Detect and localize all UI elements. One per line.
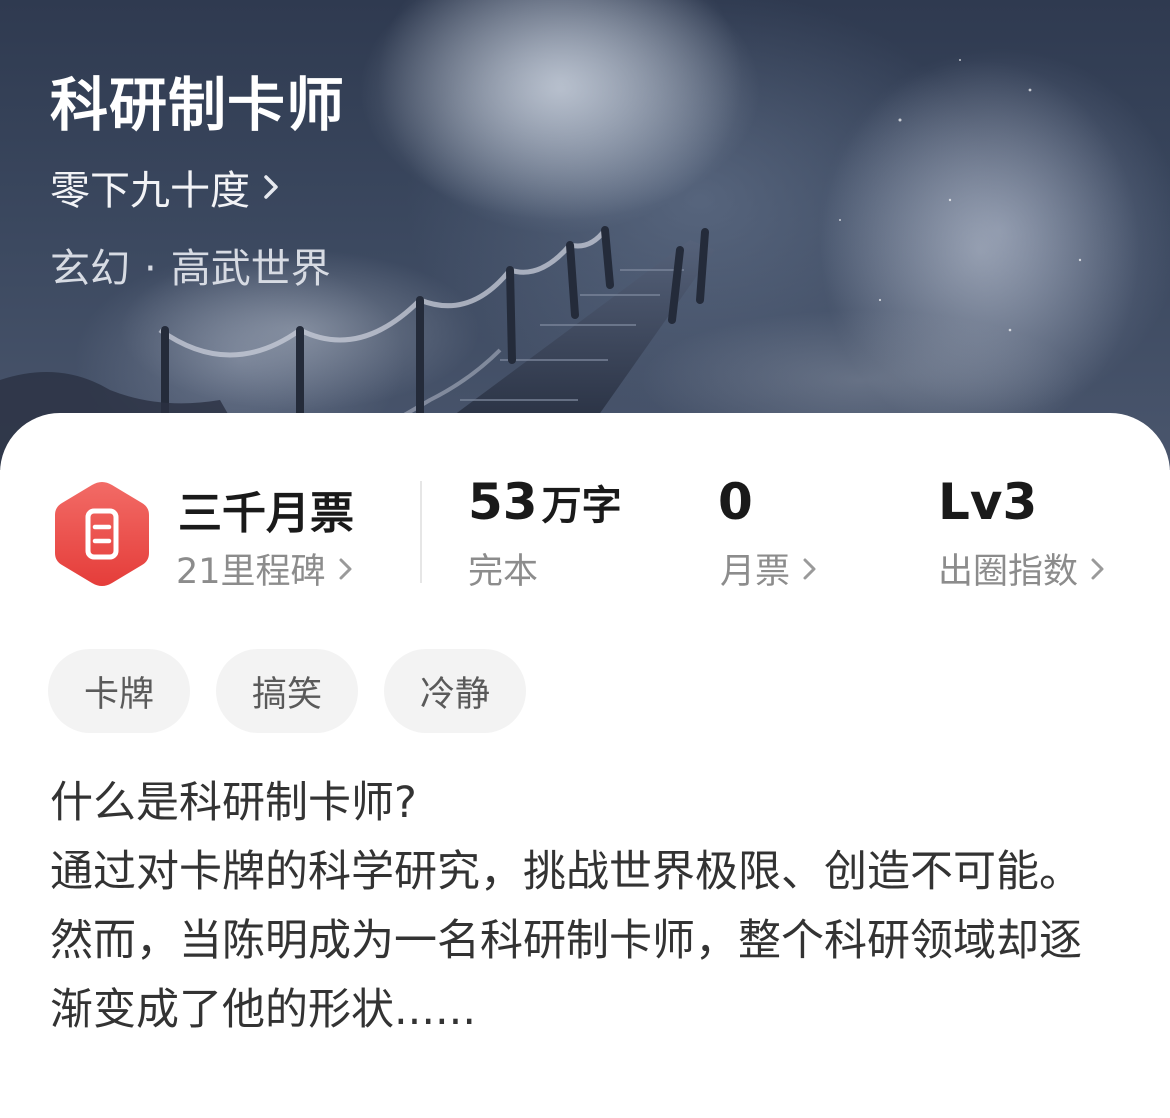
popularity-value: Lv3: [938, 473, 1038, 531]
synopsis[interactable]: 什么是科研制卡师? 通过对卡牌的科学研究，挑战世界极限、创造不可能。 然而，当陈…: [50, 769, 1120, 1045]
synopsis-line: 然而，当陈明成为一名科研制卡师，整个科研领域却逐渐变成了他的形状......: [50, 916, 1082, 1035]
author-name: 零下九十度: [50, 168, 250, 214]
popularity-label: 出圈指数: [938, 552, 1079, 592]
rank-milestone: 21里程碑: [176, 552, 326, 592]
author-link[interactable]: 零下九十度: [50, 158, 282, 216]
monthly-votes-link[interactable]: 月票: [720, 543, 818, 594]
completion-status: 完本: [468, 543, 538, 594]
book-info-card: 三千月票 21里程碑 53 万字 完本 0 月票 Lv3 出圈指数 卡牌 搞笑 …: [0, 413, 1170, 1118]
genre[interactable]: 玄幻: [50, 246, 130, 292]
tag-chip[interactable]: 搞笑: [216, 649, 359, 733]
book-title: 科研制卡师: [50, 71, 346, 139]
stats-bar: 三千月票 21里程碑 53 万字 完本 0 月票 Lv3 出圈指数: [0, 473, 1170, 593]
monthly-votes: 0: [718, 473, 753, 531]
book-cover-banner: 科研制卡师 零下九十度 玄幻 · 高武世界: [0, 0, 1170, 470]
chevron-right-icon: [803, 558, 816, 579]
chevron-right-icon: [1091, 558, 1104, 579]
completion-label: 完本: [468, 552, 539, 592]
monthly-votes-value: 0: [718, 473, 753, 531]
popularity-link[interactable]: 出圈指数: [938, 543, 1106, 594]
tag-chip[interactable]: 冷静: [384, 649, 527, 733]
synopsis-line: 什么是科研制卡师?: [50, 778, 417, 828]
popularity-level: Lv3: [938, 473, 1037, 531]
chevron-right-icon: [264, 175, 278, 199]
word-count-unit: 万字: [541, 483, 622, 529]
rank-title: 三千月票: [178, 488, 354, 539]
rank-milestone-link[interactable]: 21里程碑: [176, 543, 354, 594]
genre-separator: ·: [144, 246, 157, 292]
stats-divider: [420, 481, 422, 583]
word-count: 53 万字: [468, 473, 622, 531]
chevron-right-icon: [339, 558, 352, 579]
word-count-value: 53: [468, 473, 538, 531]
synopsis-line: 通过对卡牌的科学研究，挑战世界极限、创造不可能。: [50, 847, 1082, 897]
monthly-votes-label: 月票: [720, 552, 791, 592]
subgenre[interactable]: 高武世界: [171, 246, 331, 292]
genre-line: 玄幻 · 高武世界: [50, 236, 331, 294]
tag-chip[interactable]: 卡牌: [48, 649, 191, 733]
ticket-hexagon-icon[interactable]: [52, 479, 152, 589]
tag-list: 卡牌 搞笑 冷静: [48, 649, 527, 733]
